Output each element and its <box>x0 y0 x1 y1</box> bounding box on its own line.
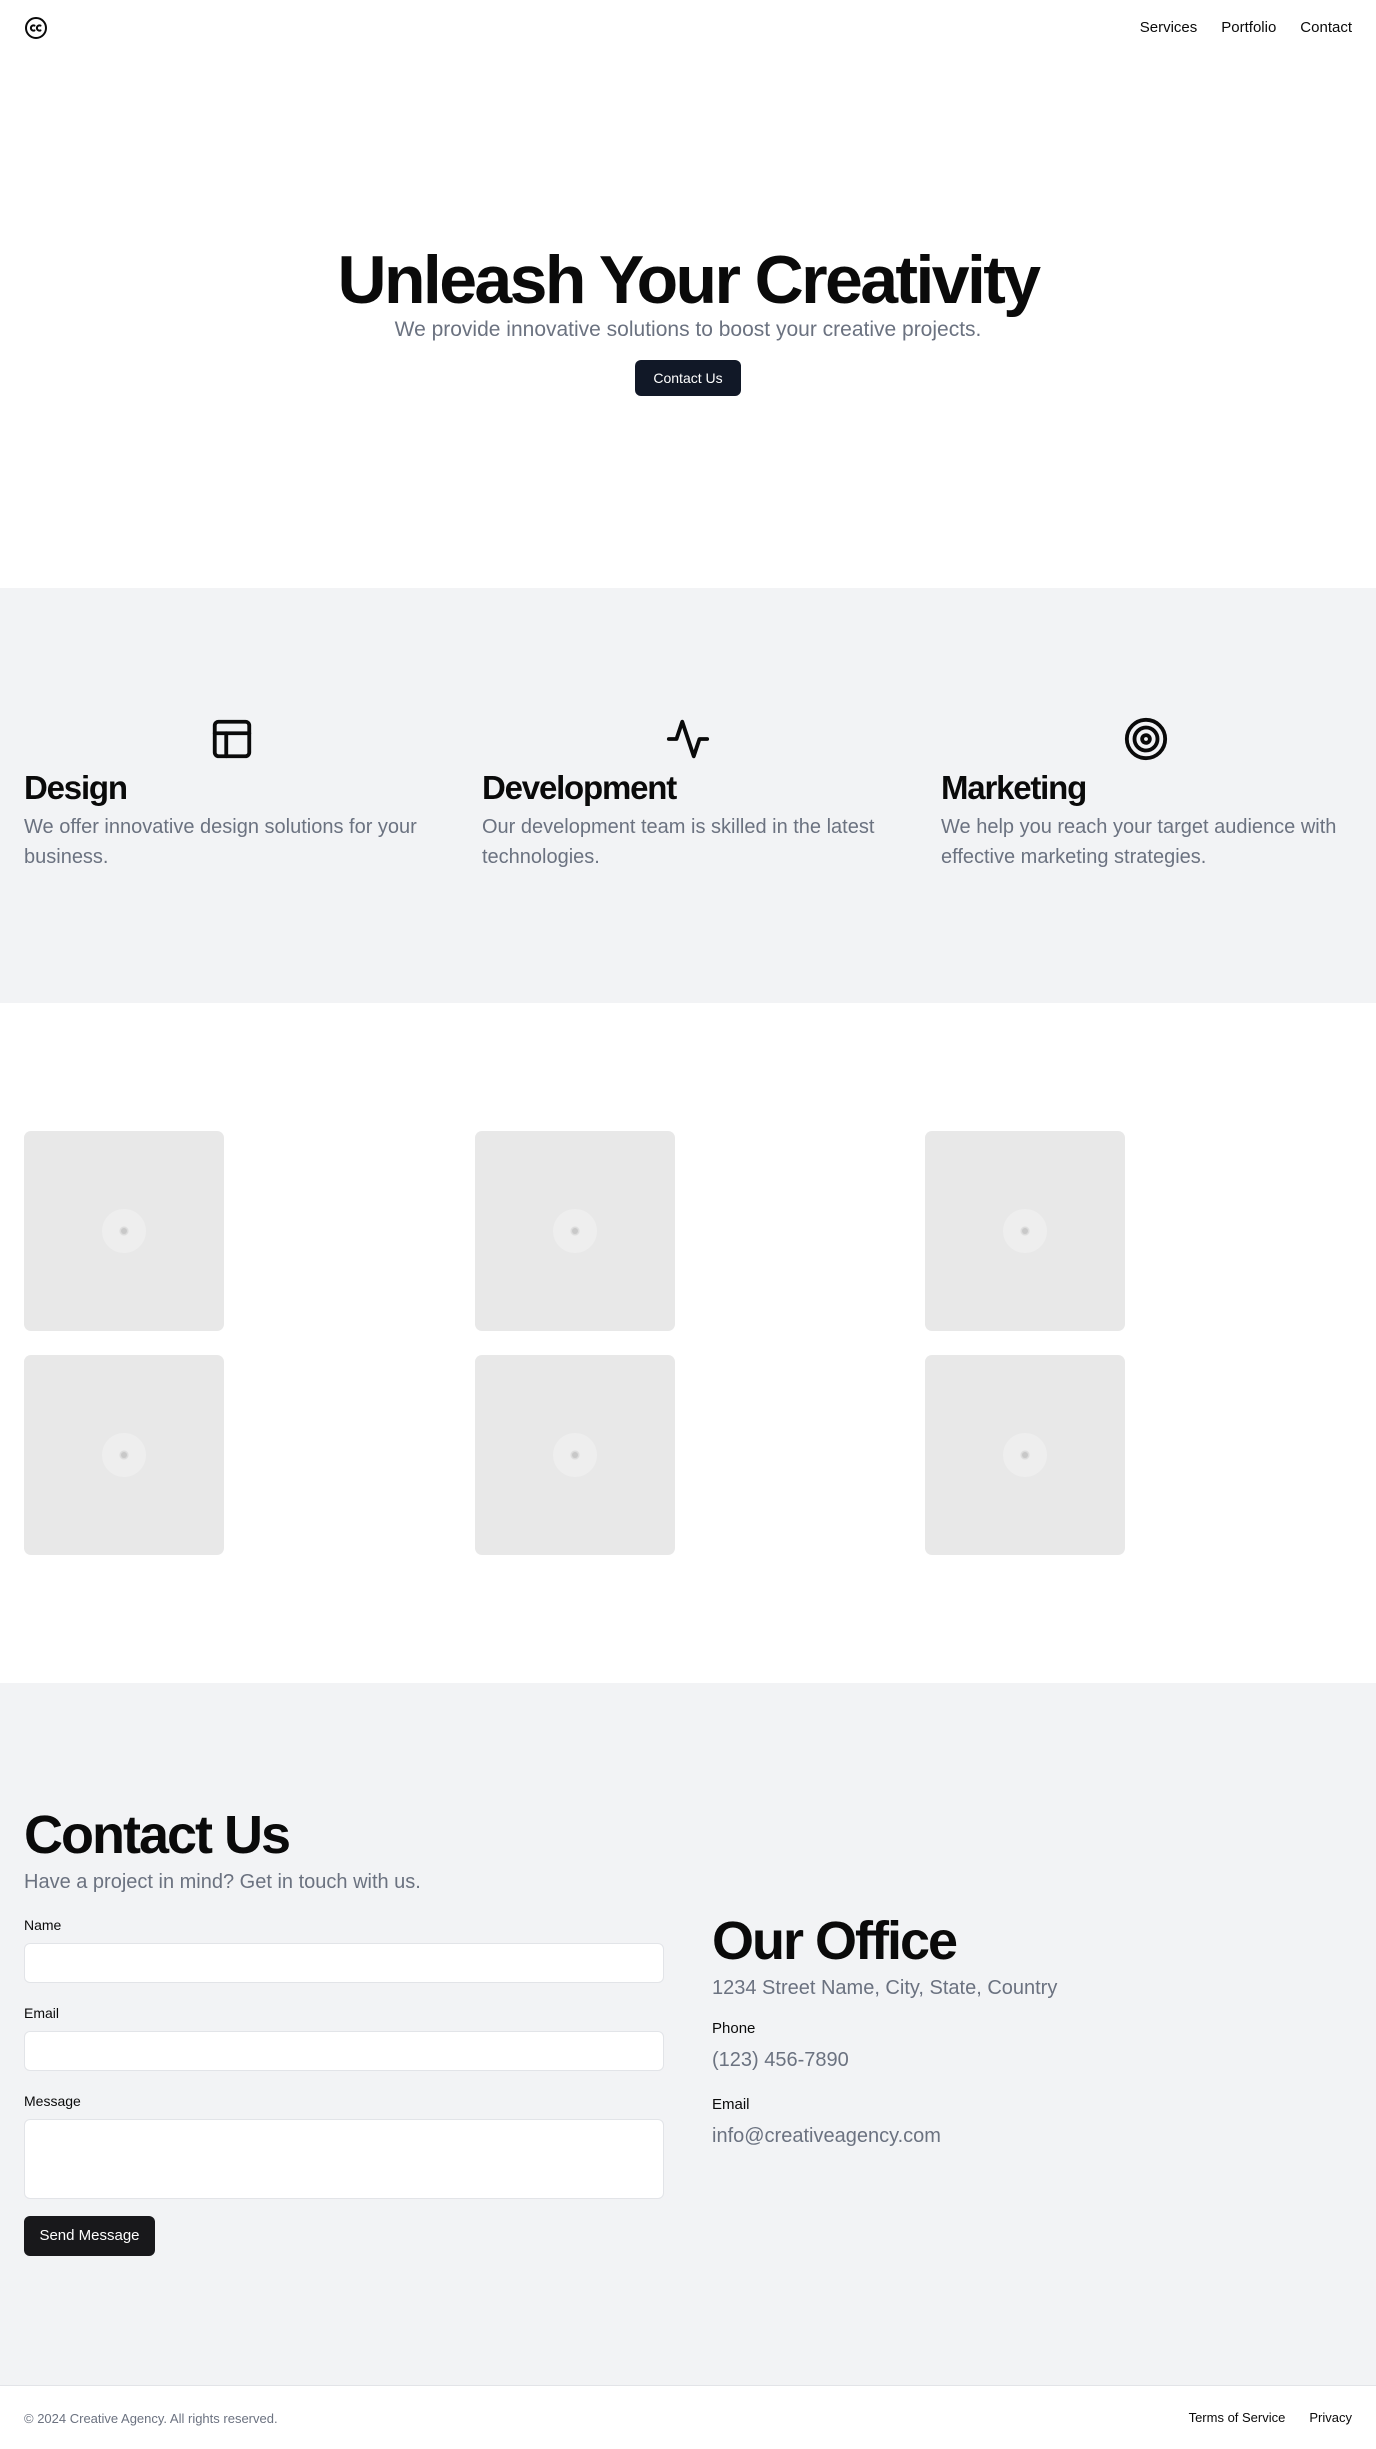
nav-link-contact[interactable]: Contact <box>1300 18 1352 38</box>
terms-link[interactable]: Terms of Service <box>1189 2410 1286 2426</box>
contact-subtitle: Have a project in mind? Get in touch wit… <box>24 1871 421 1893</box>
office-email-value: info@creativeagency.com <box>712 2125 941 2147</box>
hero-section: Unleash Your Creativity We provide innov… <box>0 56 1376 588</box>
phone-label: Phone <box>712 2020 756 2037</box>
image-placeholder-icon <box>102 1433 146 1477</box>
portfolio-image[interactable] <box>24 1355 224 1555</box>
image-placeholder-icon <box>1003 1433 1047 1477</box>
office-title: Our Office <box>712 1911 958 1971</box>
services-section: Design We offer innovative design soluti… <box>0 588 1376 1003</box>
main-nav: Services Portfolio Contact <box>1140 18 1352 38</box>
contact-section: Contact Us Have a project in mind? Get i… <box>0 1683 1376 2385</box>
hero-subtitle: We provide innovative solutions to boost… <box>394 318 982 341</box>
contact-us-button[interactable]: Contact Us <box>635 360 741 396</box>
office-email-label: Email <box>712 2096 750 2113</box>
site-footer: © 2024 Creative Agency. All rights reser… <box>0 2385 1376 2449</box>
portfolio-image[interactable] <box>475 1355 675 1555</box>
service-title: Design <box>24 769 128 806</box>
image-placeholder-icon <box>102 1209 146 1253</box>
message-field[interactable] <box>24 2119 664 2199</box>
target-icon <box>1124 717 1168 761</box>
image-placeholder-icon <box>553 1209 597 1253</box>
send-message-button[interactable]: Send Message <box>24 2216 155 2256</box>
creative-commons-icon[interactable] <box>24 16 48 40</box>
nav-link-services[interactable]: Services <box>1140 18 1198 38</box>
phone-value: (123) 456-7890 <box>712 2049 849 2071</box>
portfolio-image[interactable] <box>925 1131 1125 1331</box>
copyright-text: © 2024 Creative Agency. All rights reser… <box>24 2411 278 2426</box>
name-label: Name <box>24 1917 62 1933</box>
contact-title: Contact Us <box>24 1805 291 1865</box>
image-placeholder-icon <box>1003 1209 1047 1253</box>
privacy-link[interactable]: Privacy <box>1309 2410 1352 2426</box>
portfolio-section <box>0 1003 1376 1683</box>
email-field[interactable] <box>24 2031 664 2071</box>
site-header: Services Portfolio Contact <box>0 0 1376 56</box>
service-title: Marketing <box>941 769 1087 806</box>
image-placeholder-icon <box>553 1433 597 1477</box>
service-title: Development <box>482 769 677 806</box>
activity-icon <box>666 719 710 759</box>
portfolio-image[interactable] <box>475 1131 675 1331</box>
service-description: Our development team is skilled in the l… <box>482 816 875 868</box>
email-label: Email <box>24 2005 60 2021</box>
hero-title: Unleash Your Creativity <box>337 242 1041 318</box>
office-address: 1234 Street Name, City, State, Country <box>712 1977 1058 1999</box>
nav-link-portfolio[interactable]: Portfolio <box>1221 18 1276 38</box>
portfolio-image[interactable] <box>24 1131 224 1331</box>
layout-icon <box>212 719 252 759</box>
service-description: We help you reach your target audience w… <box>941 816 1337 868</box>
message-label: Message <box>24 2093 81 2109</box>
service-description: We offer innovative design solutions for… <box>24 816 417 868</box>
name-field[interactable] <box>24 1943 664 1983</box>
footer-links: Terms of Service Privacy <box>1189 2410 1352 2426</box>
portfolio-image[interactable] <box>925 1355 1125 1555</box>
